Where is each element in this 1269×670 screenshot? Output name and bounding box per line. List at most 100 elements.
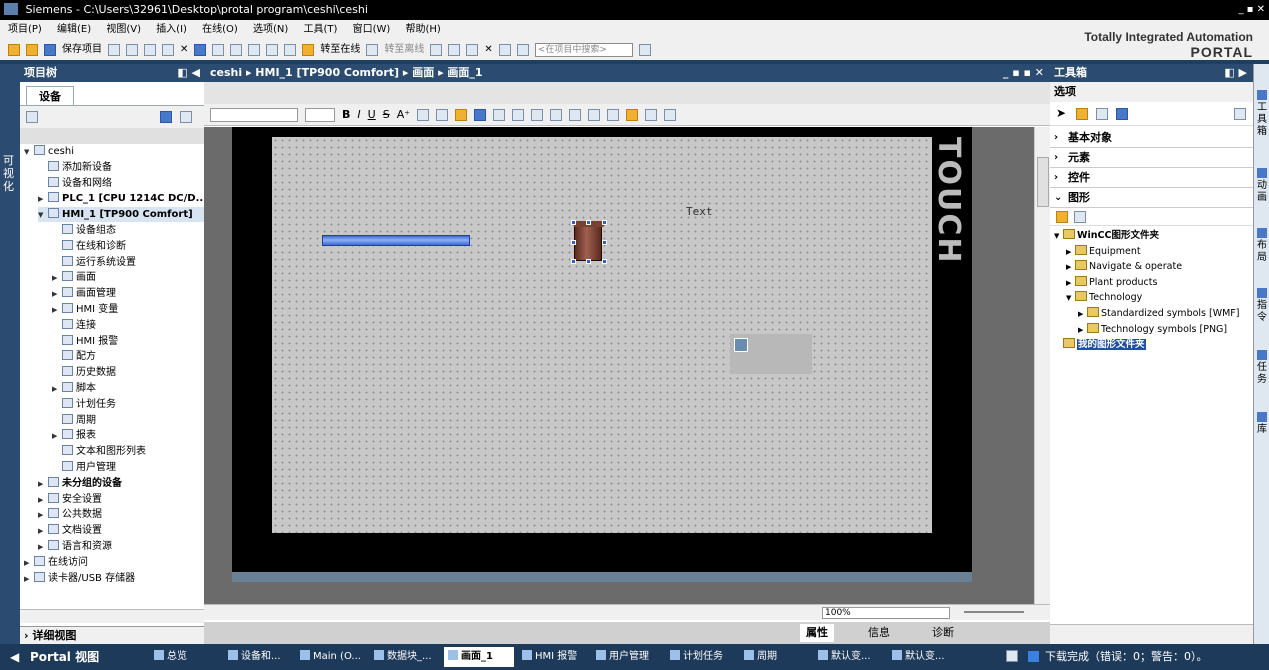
font-color-icon[interactable] — [436, 108, 449, 121]
pointer-icon[interactable]: ➤ — [1056, 106, 1066, 120]
expand-down-icon[interactable]: ▼ — [1054, 229, 1063, 244]
italic-button[interactable]: I — [357, 108, 360, 121]
go-offline-button[interactable]: 转至离线 — [384, 40, 424, 60]
editor-tab-button[interactable]: 默认变... — [814, 647, 884, 667]
graphics-folder-item[interactable]: ▶ Technology symbols [PNG] — [1078, 322, 1227, 337]
menu-insert[interactable]: 插入(I) — [156, 24, 187, 35]
graphic-view-object[interactable] — [730, 334, 812, 374]
add-folder-icon[interactable] — [1056, 211, 1068, 223]
status-panel-icon[interactable] — [1006, 650, 1018, 662]
tree-item[interactable]: 周期 — [52, 413, 204, 428]
format-painter-icon[interactable] — [626, 108, 639, 121]
font-size-select[interactable] — [305, 107, 335, 122]
split-vertical-icon[interactable] — [516, 44, 529, 56]
editor-tab-button[interactable]: 画面_1 — [444, 647, 514, 667]
menu-edit[interactable]: 编辑(E) — [57, 24, 91, 35]
tree-item[interactable]: 文本和图形列表 — [52, 444, 204, 459]
expand-right-icon[interactable]: ▶ — [52, 303, 62, 318]
start-cpu-icon[interactable] — [448, 44, 461, 56]
tree-item[interactable]: ▶ PLC_1 [CPU 1214C DC/D... — [38, 191, 207, 206]
remove-link-icon[interactable] — [1074, 211, 1086, 223]
tree-item[interactable]: 连接 — [52, 318, 204, 333]
selection-handle[interactable] — [586, 220, 591, 225]
expand-down-icon[interactable]: ▼ — [1066, 291, 1075, 306]
download-icon[interactable] — [248, 44, 261, 56]
new-project-icon[interactable] — [8, 44, 20, 56]
zoom-icon[interactable] — [664, 108, 677, 121]
editor-vscroll-thumb[interactable] — [1037, 157, 1049, 207]
bold-button[interactable]: B — [342, 108, 350, 121]
upload-icon[interactable] — [266, 44, 279, 56]
tree-item[interactable]: ▶ 安全设置 — [38, 492, 204, 507]
screen-canvas-area[interactable]: Text TOUCH — [204, 127, 1034, 604]
expand-right-icon[interactable]: ▶ — [38, 477, 48, 492]
tree-item[interactable]: ▶ 未分组的设备 — [38, 476, 204, 491]
simulate-icon[interactable] — [284, 44, 297, 56]
editor-tab-button[interactable]: 设备和... — [224, 647, 294, 667]
cross-reference-icon[interactable]: ✕ — [484, 40, 492, 60]
expand-right-icon[interactable]: ▶ — [1078, 307, 1087, 322]
portal-view-button[interactable]: ◀ Portal 视图 — [0, 644, 146, 670]
tree-item[interactable]: 在线和诊断 — [52, 239, 204, 254]
line-style-icon[interactable] — [512, 108, 525, 121]
compile-icon[interactable] — [230, 44, 243, 56]
expand-right-icon[interactable]: ▶ — [24, 556, 34, 571]
tab-instructions[interactable]: 指令 — [1255, 288, 1269, 324]
save-icon[interactable] — [44, 44, 56, 56]
tree-item[interactable]: ▶ 报表 — [52, 428, 204, 443]
editor-tab-button[interactable]: HMI 报警 — [518, 647, 588, 667]
pin-icon[interactable] — [1096, 108, 1108, 120]
pipe-graphic[interactable] — [322, 235, 470, 246]
hmi-screen[interactable]: Text — [272, 137, 932, 533]
pane-elements[interactable]: › 元素 — [1050, 148, 1253, 168]
menu-tools[interactable]: 工具(T) — [304, 24, 338, 35]
spacing-icon[interactable] — [607, 108, 620, 121]
distribute-icon[interactable] — [588, 108, 601, 121]
tab-animations[interactable]: 动画 — [1255, 168, 1269, 204]
tree-item[interactable]: ▼ HMI_1 [TP900 Comfort] — [38, 207, 204, 223]
save-project-button[interactable]: 保存项目 — [62, 40, 102, 60]
editor-vscrollbar[interactable] — [1034, 127, 1050, 604]
left-vertical-tab[interactable]: 可视化 — [0, 64, 20, 644]
underline-button[interactable]: U — [368, 108, 376, 121]
go-online-button[interactable]: 转至在线 — [320, 40, 360, 60]
text-field-object[interactable]: Text — [686, 205, 713, 218]
expand-right-icon[interactable]: ▶ — [52, 429, 62, 444]
expand-right-icon[interactable]: ▶ — [38, 524, 48, 539]
tab-properties[interactable]: 属性 — [800, 624, 834, 642]
tab-libraries[interactable]: 库 — [1255, 412, 1269, 436]
pane-basic-objects[interactable]: › 基本对象 — [1050, 128, 1253, 148]
align-icon[interactable] — [417, 108, 430, 121]
fill-color-icon[interactable] — [455, 108, 468, 121]
project-search-input[interactable]: <在项目中搜索> — [534, 43, 633, 57]
paste-icon[interactable] — [162, 44, 174, 56]
tree-item[interactable]: 设备和网络 — [38, 176, 204, 191]
print-icon[interactable] — [108, 44, 120, 56]
line-color-icon[interactable] — [474, 108, 487, 121]
selection-handle[interactable] — [571, 240, 576, 245]
tank-graphic[interactable] — [573, 221, 605, 261]
table-view-icon[interactable] — [26, 111, 38, 123]
selection-handle[interactable] — [602, 240, 607, 245]
expand-down-icon[interactable]: ▼ — [24, 145, 34, 160]
menu-window[interactable]: 窗口(W) — [353, 24, 391, 35]
rotate-icon[interactable] — [550, 108, 563, 121]
pane-controls[interactable]: › 控件 — [1050, 168, 1253, 188]
tree-item[interactable]: ▶ 公共数据 — [38, 507, 204, 522]
editor-window-controls[interactable]: _ ▪ ▪ ✕ — [1003, 64, 1044, 82]
collapse-panel-icon[interactable]: ◧ ◀ — [177, 64, 200, 82]
tree-item[interactable]: 配方 — [52, 349, 204, 364]
align-left-icon[interactable] — [569, 108, 582, 121]
expand-down-icon[interactable]: ▼ — [38, 208, 48, 223]
cut-icon[interactable] — [126, 44, 138, 56]
tree-item[interactable]: ▶ 在线访问 — [24, 555, 204, 570]
selection-handle[interactable] — [571, 259, 576, 264]
graphics-folder-item[interactable]: 我的图形文件夹 — [1054, 337, 1146, 352]
menu-help[interactable]: 帮助(H) — [406, 24, 441, 35]
graphics-folder-item[interactable]: ▶ Plant products — [1066, 275, 1157, 290]
expand-right-icon[interactable]: ▶ — [52, 271, 62, 286]
graphics-folder-item[interactable]: ▼ WinCC图形文件夹 — [1054, 228, 1159, 243]
selection-handle[interactable] — [602, 259, 607, 264]
tree-item[interactable]: ▶ 文档设置 — [38, 523, 204, 538]
devices-tab[interactable]: 设备 — [26, 86, 74, 106]
